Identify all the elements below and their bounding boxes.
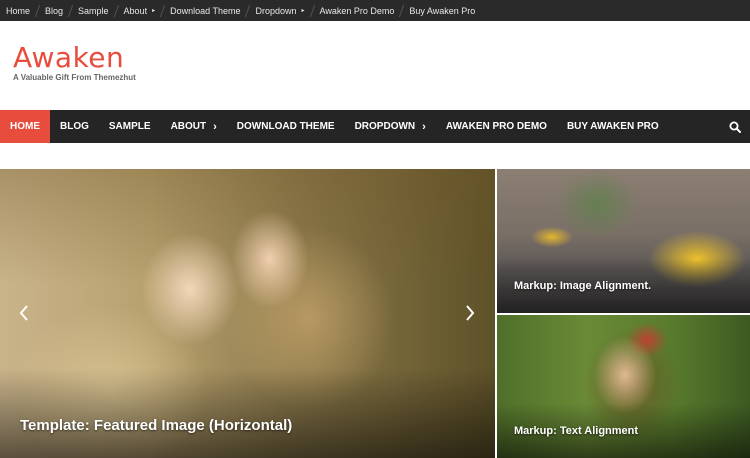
- topbar-link-home[interactable]: Home: [6, 6, 30, 16]
- main-nav: HOME BLOG SAMPLE ABOUT › DOWNLOAD THEME …: [0, 110, 750, 143]
- search-button[interactable]: [720, 110, 750, 143]
- divider: [309, 4, 315, 17]
- nav-item-blog[interactable]: BLOG: [50, 110, 99, 143]
- top-bar: Home Blog Sample About ▸ Download Theme …: [0, 0, 750, 21]
- topbar-link-download-theme[interactable]: Download Theme: [170, 6, 240, 16]
- nav-item-about[interactable]: ABOUT ›: [161, 110, 227, 143]
- topbar-link-buy-awaken-pro[interactable]: Buy Awaken Pro: [409, 6, 475, 16]
- chevron-right-icon: [466, 305, 475, 321]
- divider: [399, 4, 405, 17]
- topbar-link-sample[interactable]: Sample: [78, 6, 109, 16]
- divider: [159, 4, 166, 17]
- site-logo[interactable]: Awaken: [13, 41, 124, 74]
- slider-next-button[interactable]: [460, 301, 480, 325]
- chevron-right-icon: ›: [422, 120, 426, 133]
- image-overlay: [0, 368, 495, 458]
- site-header: Awaken A Valuable Gift From Themezhut: [0, 21, 750, 110]
- side-post-title[interactable]: Markup: Text Alignment: [514, 425, 638, 437]
- side-post-title[interactable]: Markup: Image Alignment.: [514, 280, 651, 292]
- featured-slider[interactable]: Template: Featured Image (Horizontal): [0, 169, 495, 458]
- slider-prev-button[interactable]: [14, 301, 34, 325]
- topbar-link-blog[interactable]: Blog: [45, 6, 63, 16]
- nav-item-home[interactable]: HOME: [0, 110, 50, 143]
- topbar-link-about[interactable]: About ▸: [124, 6, 156, 16]
- nav-item-about-label: ABOUT: [170, 121, 207, 132]
- divider: [67, 4, 74, 17]
- featured-post-title[interactable]: Template: Featured Image (Horizontal): [20, 417, 292, 434]
- topbar-link-awaken-pro-demo[interactable]: Awaken Pro Demo: [320, 6, 395, 16]
- topbar-link-dropdown[interactable]: Dropdown ▸: [255, 6, 304, 16]
- divider: [245, 4, 251, 17]
- nav-item-download-theme[interactable]: DOWNLOAD THEME: [227, 110, 345, 143]
- nav-item-buy-awaken-pro[interactable]: BUY AWAKEN PRO: [557, 110, 669, 143]
- nav-item-sample[interactable]: SAMPLE: [99, 110, 161, 143]
- site-tagline: A Valuable Gift From Themezhut: [13, 73, 136, 82]
- nav-item-dropdown[interactable]: DROPDOWN ›: [345, 110, 436, 143]
- divider: [113, 4, 119, 17]
- divider: [34, 4, 41, 17]
- nav-item-dropdown-label: DROPDOWN: [354, 121, 416, 132]
- search-icon: [729, 121, 741, 133]
- side-post-card[interactable]: Markup: Image Alignment.: [497, 169, 750, 313]
- nav-item-awaken-pro-demo[interactable]: AWAKEN PRO DEMO: [436, 110, 557, 143]
- topbar-link-about-label: About: [123, 5, 148, 16]
- chevron-right-icon: ›: [213, 120, 217, 133]
- caret-right-icon: ▸: [152, 8, 156, 14]
- caret-right-icon: ▸: [301, 8, 305, 14]
- chevron-left-icon: [19, 305, 28, 321]
- side-post-card[interactable]: Markup: Text Alignment: [497, 315, 750, 458]
- topbar-link-dropdown-label: Dropdown: [255, 5, 297, 16]
